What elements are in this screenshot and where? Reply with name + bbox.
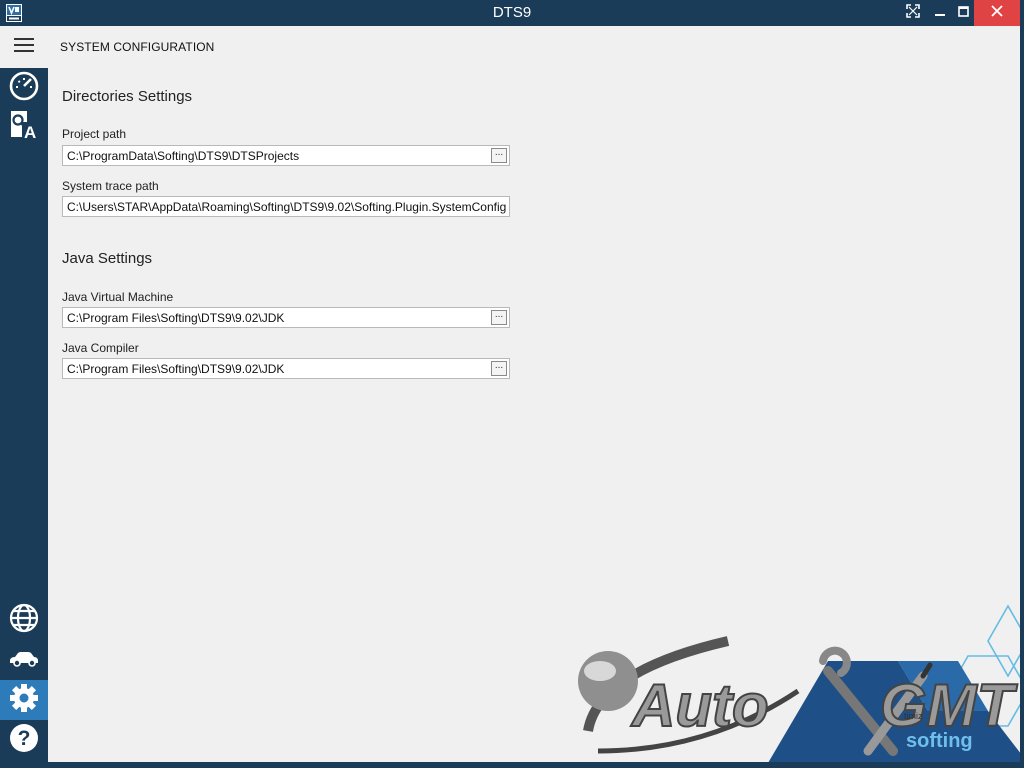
project-path-value: C:\ProgramData\Softing\DTS9\DTSProjects bbox=[67, 149, 300, 163]
java-vm-value: C:\Program Files\Softing\DTS9\9.02\JDK bbox=[67, 311, 285, 325]
java-compiler-browse-button[interactable]: ... bbox=[491, 361, 507, 376]
sidebar-item-search-document[interactable]: A bbox=[0, 106, 48, 146]
java-vm-browse-button[interactable]: ... bbox=[491, 310, 507, 325]
watermark-brand: softing bbox=[906, 730, 973, 752]
fullscreen-icon bbox=[906, 3, 920, 23]
search-document-icon: A bbox=[8, 108, 40, 145]
section-title-directories: Directories Settings bbox=[62, 88, 193, 105]
menu-button[interactable] bbox=[0, 26, 48, 68]
fullscreen-button[interactable] bbox=[898, 0, 928, 26]
gear-icon bbox=[8, 682, 40, 719]
sidebar-item-help[interactable]: ? bbox=[0, 720, 48, 760]
watermark-text-gmt: GMT bbox=[880, 672, 1018, 739]
sidebar-item-dashboard[interactable] bbox=[0, 68, 48, 108]
svg-text:?: ? bbox=[18, 727, 31, 750]
title-bar: DTS9 bbox=[0, 0, 1024, 26]
hamburger-menu-icon bbox=[14, 37, 34, 58]
svg-text:A: A bbox=[24, 123, 36, 140]
maximize-button[interactable] bbox=[952, 0, 974, 26]
maximize-icon bbox=[957, 4, 969, 22]
system-trace-path-input[interactable]: C:\Users\STAR\AppData\Roaming\Softing\DT… bbox=[62, 196, 510, 217]
java-vm-input[interactable]: C:\Program Files\Softing\DTS9\9.02\JDK .… bbox=[62, 307, 510, 328]
watermark-text-auto: Auto bbox=[630, 672, 769, 739]
sidebar-item-network[interactable] bbox=[0, 600, 48, 640]
sidebar-item-settings[interactable] bbox=[0, 680, 48, 720]
window-title: DTS9 bbox=[492, 4, 532, 21]
project-path-browse-button[interactable]: ... bbox=[491, 148, 507, 163]
java-compiler-value: C:\Program Files\Softing\DTS9\9.02\JDK bbox=[67, 362, 285, 376]
minimize-icon bbox=[935, 4, 945, 22]
sidebar: A ? bbox=[0, 26, 48, 764]
project-path-label: Project path bbox=[62, 127, 127, 141]
watermark-logo: Auto GMT softing timiz bbox=[568, 601, 1020, 762]
car-icon bbox=[8, 649, 40, 672]
close-icon bbox=[991, 4, 1003, 22]
java-vm-label: Java Virtual Machine bbox=[62, 290, 174, 304]
system-trace-path-label: System trace path bbox=[62, 179, 159, 193]
sidebar-item-vehicle[interactable] bbox=[0, 640, 48, 680]
system-trace-path-value: C:\Users\STAR\AppData\Roaming\Softing\DT… bbox=[67, 200, 507, 214]
section-title-java: Java Settings bbox=[62, 250, 153, 267]
page-title: SYSTEM CONFIGURATION bbox=[60, 40, 215, 54]
watermark-small-text: timiz bbox=[904, 711, 923, 721]
speedometer-icon bbox=[8, 70, 40, 107]
java-compiler-label: Java Compiler bbox=[62, 341, 139, 355]
java-compiler-input[interactable]: C:\Program Files\Softing\DTS9\9.02\JDK .… bbox=[62, 358, 510, 379]
close-button[interactable] bbox=[974, 0, 1020, 26]
project-path-input[interactable]: C:\ProgramData\Softing\DTS9\DTSProjects … bbox=[62, 145, 510, 166]
minimize-button[interactable] bbox=[928, 0, 952, 26]
globe-icon bbox=[8, 602, 40, 639]
help-icon: ? bbox=[8, 722, 40, 759]
main-content: SYSTEM CONFIGURATION Directories Setting… bbox=[48, 26, 1020, 762]
